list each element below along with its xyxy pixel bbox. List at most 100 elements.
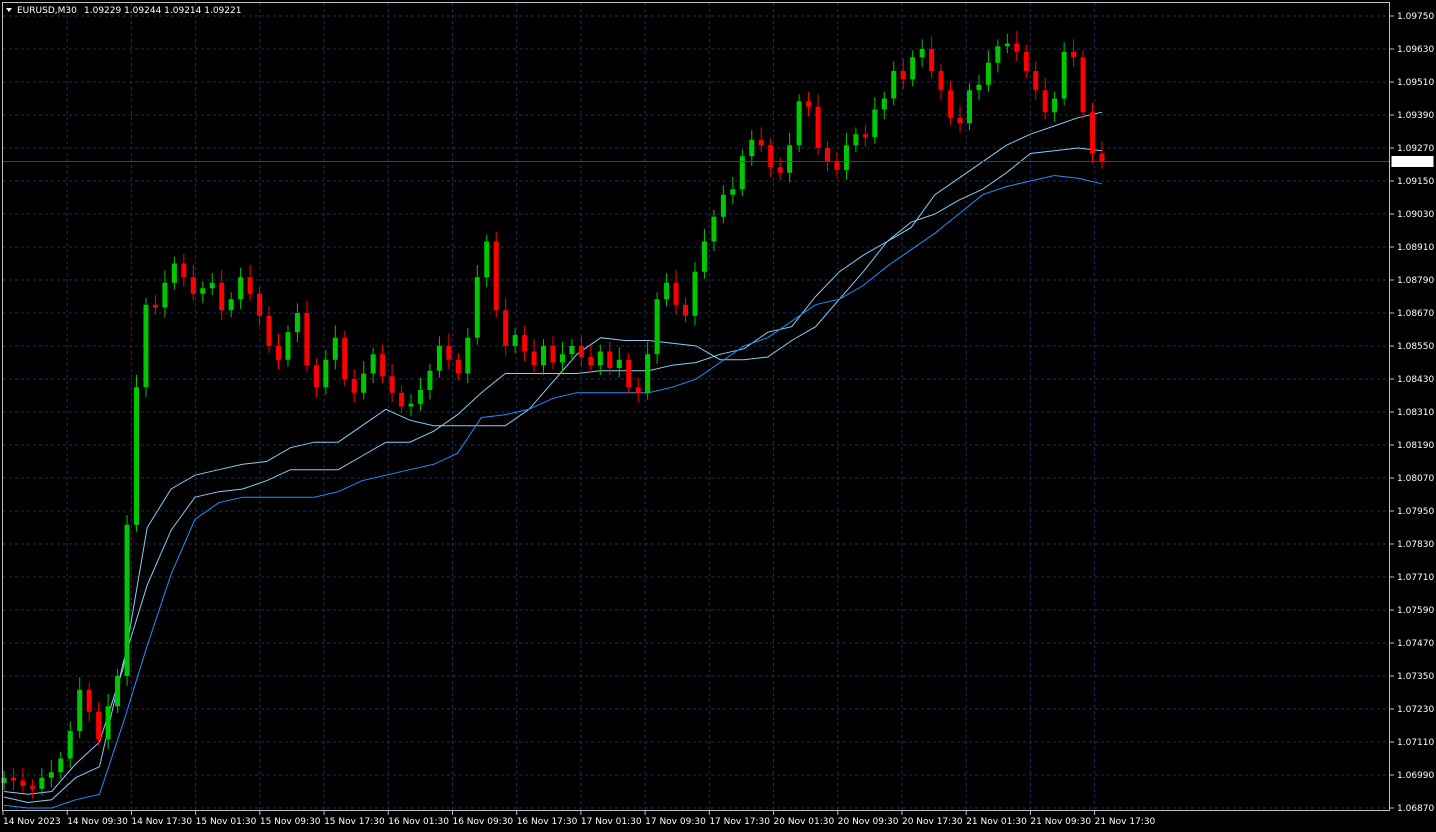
current-price-value: 1.09221 (1395, 157, 1432, 167)
y-tick-label: 1.09750 (1397, 12, 1434, 22)
candle-body (86, 689, 92, 712)
price-chart[interactable]: 1.09750 1.09630 1.09510 1.09390 1.09270 1.091… (0, 0, 1436, 832)
chart-header[interactable]: EURUSD,M30 1.09229 1.09244 1.09214 1.092… (6, 6, 241, 16)
candle-body (361, 373, 367, 393)
x-tick-label: 15 Nov 17:30 (324, 817, 385, 827)
candle-body (872, 109, 878, 137)
x-tick-label: 20 Nov 17:30 (902, 817, 963, 827)
x-tick-label: 14 Nov 09:30 (67, 817, 128, 827)
candle-body (834, 161, 840, 170)
candle-body (162, 282, 168, 308)
candle-body (171, 263, 177, 283)
candle-body (1042, 90, 1048, 113)
candle-body (654, 299, 660, 355)
x-tick-label: 17 Nov 09:30 (645, 817, 706, 827)
y-tick-label: 1.08910 (1397, 243, 1434, 253)
candle-body (768, 145, 774, 168)
candle-body (948, 90, 954, 118)
candle-body (257, 293, 263, 316)
candle-body (985, 62, 991, 85)
x-tick-label: 15 Nov 09:30 (260, 817, 321, 827)
candle-body (58, 758, 64, 773)
candle-body (777, 167, 783, 173)
candle-body (929, 49, 935, 71)
x-tick-label: 16 Nov 17:30 (517, 817, 578, 827)
y-tick-label: 1.07950 (1397, 507, 1434, 517)
candle-body (115, 676, 121, 707)
chart-background (0, 0, 1436, 832)
y-tick-label: 1.07830 (1397, 540, 1434, 550)
x-tick-label: 17 Nov 01:30 (581, 817, 642, 827)
candle-body (825, 148, 830, 162)
y-tick-label: 1.08430 (1397, 375, 1434, 385)
y-tick-label: 1.08550 (1397, 342, 1434, 352)
y-tick-label: 1.08070 (1397, 474, 1434, 484)
candle-body (730, 189, 736, 195)
candle-body (370, 354, 376, 374)
y-tick-label: 1.06870 (1397, 804, 1434, 814)
candle-body (701, 241, 707, 272)
candle-body (276, 346, 281, 360)
candle-body (862, 134, 868, 137)
candle-body (683, 304, 689, 316)
x-tick-label: 20 Nov 01:30 (774, 817, 835, 827)
candle-body (200, 288, 206, 294)
y-tick-label: 1.07470 (1397, 639, 1434, 649)
candle-body (48, 772, 54, 778)
candle-body (124, 524, 130, 676)
candle-body (881, 98, 887, 110)
x-tick-label: 20 Nov 09:30 (838, 817, 899, 827)
candle-body (796, 101, 802, 146)
candle-body (39, 777, 45, 789)
candle-body (1014, 43, 1020, 52)
candle-body (616, 359, 622, 368)
candle-body (143, 304, 149, 388)
candle-body (711, 216, 717, 242)
candle-body (29, 786, 35, 789)
candle-body (408, 403, 414, 407)
candle-body (541, 346, 547, 366)
symbol-label: EURUSD,M30 (17, 6, 77, 16)
y-tick-label: 1.07710 (1397, 573, 1434, 583)
candle-body (313, 365, 319, 388)
ohlc-values: 1.09229 1.09244 1.09214 1.09221 (84, 6, 241, 16)
x-tick-label: 21 Nov 09:30 (1030, 817, 1091, 827)
candle-body (1071, 51, 1077, 58)
y-tick-label: 1.09630 (1397, 45, 1434, 55)
candle-body (152, 304, 158, 308)
candle-body (1090, 112, 1096, 154)
candle-body (900, 71, 906, 80)
candle-body (446, 346, 452, 360)
candle-body (219, 282, 225, 311)
candle-body (332, 337, 338, 360)
y-tick-label: 1.07110 (1397, 738, 1434, 748)
candle-body (342, 337, 348, 379)
candle-body (673, 282, 679, 305)
x-tick-label: 15 Nov 01:30 (196, 817, 257, 827)
candle-body (626, 359, 632, 388)
candle-body (323, 359, 329, 388)
candle-body (806, 101, 812, 107)
x-tick-label: 16 Nov 09:30 (452, 817, 513, 827)
y-tick-label: 1.08670 (1397, 309, 1434, 319)
candle-body (285, 332, 291, 360)
candle-body (531, 351, 537, 366)
candle-body (522, 335, 528, 352)
candle-body (919, 49, 925, 58)
y-tick-label: 1.07230 (1397, 705, 1434, 715)
candle-body (455, 359, 461, 374)
candle-body (1080, 57, 1086, 113)
candle-body (976, 84, 982, 91)
x-tick-label: 16 Nov 01:30 (388, 817, 449, 827)
candle-body (597, 351, 603, 366)
candle-body (380, 354, 386, 377)
candle-body (692, 271, 698, 316)
candle-body (304, 313, 310, 366)
candle-body (238, 277, 244, 300)
candle-body (266, 315, 272, 346)
candle-body (134, 387, 140, 525)
y-tick-label: 1.09030 (1397, 210, 1434, 220)
candle-body (1033, 71, 1039, 91)
candle-body (664, 282, 670, 300)
candle-body (1061, 51, 1067, 99)
